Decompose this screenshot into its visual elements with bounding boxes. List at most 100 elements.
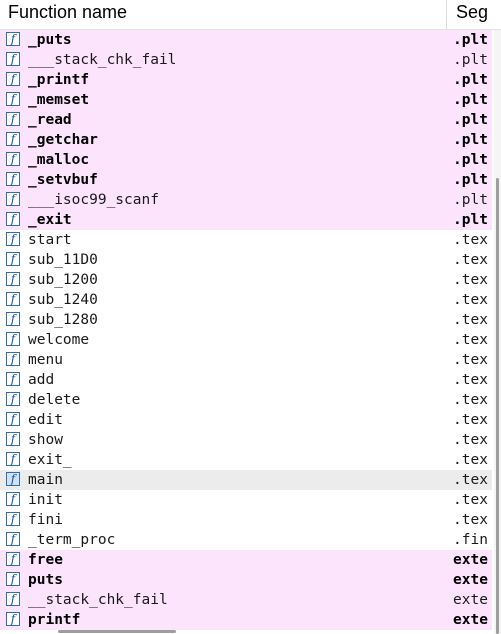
- function-name: __stack_chk_fail: [28, 592, 168, 608]
- function-row[interactable]: f printf exte: [0, 610, 492, 630]
- function-name: exit_: [28, 452, 72, 468]
- function-row[interactable]: f show .tex: [0, 430, 492, 450]
- function-row[interactable]: f _read .plt: [0, 110, 492, 130]
- function-segment: .tex: [453, 352, 488, 368]
- function-icon: f: [6, 392, 20, 406]
- function-row[interactable]: f _setvbuf .plt: [0, 170, 492, 190]
- function-row[interactable]: f puts exte: [0, 570, 492, 590]
- function-icon: f: [6, 32, 20, 46]
- function-row[interactable]: f _puts .plt: [0, 30, 492, 50]
- function-segment: .plt: [453, 92, 488, 108]
- function-name: _exit: [28, 212, 72, 228]
- function-row[interactable]: f sub_11D0 .tex: [0, 250, 492, 270]
- function-row[interactable]: f _getchar .plt: [0, 130, 492, 150]
- function-segment: .tex: [453, 492, 488, 508]
- function-row[interactable]: f init .tex: [0, 490, 492, 510]
- function-row[interactable]: f main .tex: [0, 470, 492, 490]
- function-segment: exte: [453, 612, 488, 628]
- function-name: _memset: [28, 92, 90, 108]
- vertical-scrollbar-thumb[interactable]: [496, 178, 499, 634]
- function-icon: f: [6, 452, 20, 466]
- function-row[interactable]: f welcome .tex: [0, 330, 492, 350]
- function-row[interactable]: f sub_1200 .tex: [0, 270, 492, 290]
- function-name: edit: [28, 412, 63, 428]
- function-name: _setvbuf: [28, 172, 98, 188]
- function-icon: f: [6, 412, 20, 426]
- function-name: printf: [28, 612, 81, 628]
- function-row[interactable]: f fini .tex: [0, 510, 492, 530]
- function-row[interactable]: f _term_proc .fin: [0, 530, 492, 550]
- function-row[interactable]: f add .tex: [0, 370, 492, 390]
- function-segment: .tex: [453, 412, 488, 428]
- function-segment: .tex: [453, 452, 488, 468]
- vertical-scrollbar[interactable]: [494, 30, 501, 634]
- function-icon: f: [6, 432, 20, 446]
- function-row[interactable]: f menu .tex: [0, 350, 492, 370]
- function-icon: f: [6, 92, 20, 106]
- function-name: menu: [28, 352, 63, 368]
- function-segment: .tex: [453, 252, 488, 268]
- function-name: show: [28, 432, 63, 448]
- function-segment: .tex: [453, 332, 488, 348]
- function-row[interactable]: f sub_1240 .tex: [0, 290, 492, 310]
- function-icon: f: [6, 232, 20, 246]
- function-name: ___stack_chk_fail: [28, 52, 177, 68]
- function-name: init: [28, 492, 63, 508]
- function-icon: f: [6, 612, 20, 626]
- function-segment: exte: [453, 552, 488, 568]
- function-segment: .fin: [453, 532, 488, 548]
- function-row[interactable]: f delete .tex: [0, 390, 492, 410]
- function-name: _getchar: [28, 132, 98, 148]
- function-row[interactable]: f free exte: [0, 550, 492, 570]
- function-icon: f: [6, 52, 20, 66]
- function-icon: f: [6, 512, 20, 526]
- function-icon: f: [6, 552, 20, 566]
- function-row[interactable]: f ___isoc99_scanf .plt: [0, 190, 492, 210]
- function-segment: .tex: [453, 372, 488, 388]
- function-row[interactable]: f sub_1280 .tex: [0, 310, 492, 330]
- function-name: free: [28, 552, 63, 568]
- function-name: sub_1280: [28, 312, 98, 328]
- horizontal-scrollbar-thumb[interactable]: [58, 630, 176, 633]
- function-icon: f: [6, 492, 20, 506]
- function-segment: .tex: [453, 312, 488, 328]
- function-segment: .plt: [453, 212, 488, 228]
- function-icon: f: [6, 112, 20, 126]
- function-name: delete: [28, 392, 81, 408]
- function-segment: .tex: [453, 512, 488, 528]
- function-segment: .plt: [453, 72, 488, 88]
- function-name-column-header[interactable]: Function name: [0, 0, 447, 29]
- function-segment: .tex: [453, 432, 488, 448]
- function-name: sub_11D0: [28, 252, 98, 268]
- function-icon: f: [6, 72, 20, 86]
- function-name: _term_proc: [28, 532, 116, 548]
- function-icon: f: [6, 132, 20, 146]
- function-name: _read: [28, 112, 72, 128]
- function-row[interactable]: f start .tex: [0, 230, 492, 250]
- function-segment: .tex: [453, 392, 488, 408]
- function-name: ___isoc99_scanf: [28, 192, 159, 208]
- function-row[interactable]: f _exit .plt: [0, 210, 492, 230]
- function-icon: f: [6, 172, 20, 186]
- function-name: _malloc: [28, 152, 90, 168]
- function-name: add: [28, 372, 55, 388]
- function-icon: f: [6, 472, 20, 486]
- function-name: start: [28, 232, 72, 248]
- function-icon: f: [6, 272, 20, 286]
- function-name: welcome: [28, 332, 90, 348]
- column-header: Function name Seg: [0, 0, 501, 30]
- function-row[interactable]: f exit_ .tex: [0, 450, 492, 470]
- function-icon: f: [6, 212, 20, 226]
- function-row[interactable]: f _memset .plt: [0, 90, 492, 110]
- function-segment: .tex: [453, 292, 488, 308]
- function-name: fini: [28, 512, 63, 528]
- function-name: _printf: [28, 72, 90, 88]
- function-name: _puts: [28, 32, 72, 48]
- function-row[interactable]: f ___stack_chk_fail .plt: [0, 50, 492, 70]
- function-row[interactable]: f _malloc .plt: [0, 150, 492, 170]
- function-row[interactable]: f __stack_chk_fail exte: [0, 590, 492, 610]
- segment-column-header[interactable]: Seg: [448, 0, 501, 29]
- function-row[interactable]: f _printf .plt: [0, 70, 492, 90]
- function-row[interactable]: f edit .tex: [0, 410, 492, 430]
- function-icon: f: [6, 572, 20, 586]
